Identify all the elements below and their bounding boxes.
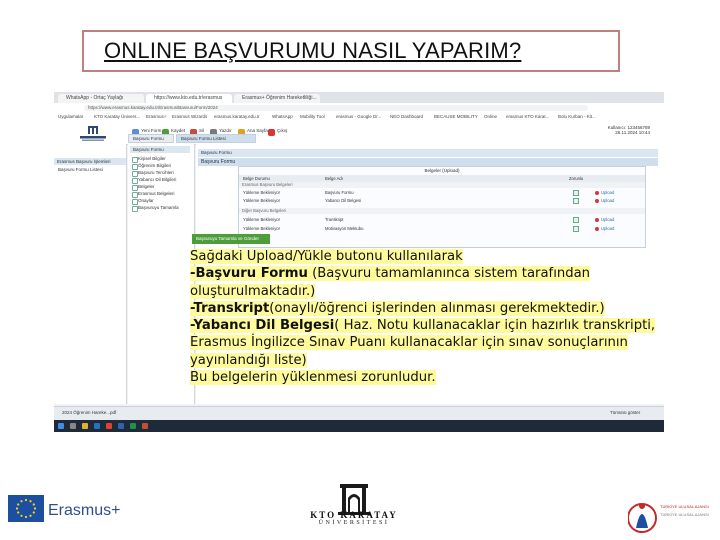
table-group-header: Erasmus Başvuru Belgeleri: [239, 182, 645, 188]
column-header: Belge Adı: [325, 176, 343, 181]
chrome-icon[interactable]: [106, 423, 112, 429]
word-icon[interactable]: [118, 423, 124, 429]
kto-logo-name: KTO KARATAY: [310, 510, 398, 520]
section-item[interactable]: Öğrenim Bilgileri: [132, 163, 171, 170]
section-item[interactable]: Belgeler: [132, 184, 155, 191]
powerpoint-icon[interactable]: [142, 423, 148, 429]
windows-taskbar: [54, 420, 664, 432]
tab-basvuru-listesi[interactable]: Başvuru Formu Listesi: [176, 134, 256, 143]
left-nav-panel: Erasmus Başvuru İşlemleri Başvuru Formu …: [54, 144, 127, 404]
bookmark[interactable]: erasmus KTO Karat...: [506, 114, 549, 119]
submit-application-button[interactable]: Başvuruyu Tamamla ve Gönder: [192, 234, 270, 244]
bookmark[interactable]: Online: [484, 114, 497, 119]
instruction-callout: Sağdaki Upload/Yükle butonu kullanılarak…: [190, 249, 656, 386]
section-item[interactable]: Yabancı Dil Bilgileri: [132, 177, 176, 184]
university-logo: [80, 126, 106, 141]
bookmark[interactable]: WhatsApp: [272, 114, 293, 119]
upload-button[interactable]: Upload: [595, 190, 614, 195]
browser-tab[interactable]: https://www.kto.edu.tr/erasmus: [146, 94, 232, 103]
agency-name-line1: TÜRKİYE ULUSAL AJANSI: [660, 504, 709, 509]
bookmark[interactable]: BECAUSE MOBILITY: [434, 114, 478, 119]
user-info: Kullanıcı: 123456789 26.11.2024 10:44: [607, 125, 650, 135]
tab-basvuru-formu[interactable]: Başvuru Formu: [128, 134, 174, 143]
bookmark[interactable]: Erasmus Wizards: [172, 114, 207, 119]
browser-tab[interactable]: WhatsApp - Ortaç Yaylağı: [58, 94, 144, 103]
page-title: ONLINE BAŞVURUMU NASIL YAPARIM?: [104, 38, 522, 63]
required-checkbox: [573, 226, 579, 232]
windows-start-icon[interactable]: [58, 423, 64, 429]
upload-button[interactable]: Upload: [595, 226, 614, 231]
form-tabs: Başvuru Formu Başvuru Formu Listesi: [128, 134, 328, 143]
upload-button[interactable]: Upload: [595, 198, 614, 203]
url-field[interactable]: https://www.erasmus.karatay.edu.tr/Erasm…: [84, 105, 588, 111]
bookmark[interactable]: NEO Dashboard: [390, 114, 423, 119]
section-item[interactable]: Başvuruyu Tamamla: [132, 205, 179, 212]
section-item[interactable]: Kişisel Bilgiler: [132, 156, 166, 163]
section-panel-header: Başvuru Formu: [130, 146, 190, 153]
form-title: Başvuru Formu: [198, 158, 658, 166]
section-item[interactable]: Erasmus Belgeleri: [132, 191, 175, 198]
erasmus-logo-text: Erasmus+: [48, 502, 121, 519]
bookmark[interactable]: Uygulamalar: [58, 114, 83, 119]
form-header: Başvuru Formu: [198, 149, 658, 157]
browser-tabbar: WhatsApp - Ortaç Yaylağı https://www.kto…: [54, 92, 664, 103]
required-checkbox: [573, 217, 579, 223]
show-all-link[interactable]: Tümünü göster: [610, 410, 640, 415]
nav-item-form-list[interactable]: Başvuru Formu Listesi: [58, 167, 103, 172]
required-checkbox: [573, 198, 579, 204]
edge-icon[interactable]: [94, 423, 100, 429]
folder-icon[interactable]: [82, 423, 88, 429]
agency-name-line2: TÜRKİYE ULUSAL AJANSI: [660, 512, 709, 517]
required-checkbox: [573, 190, 579, 196]
search-icon[interactable]: [70, 423, 76, 429]
column-header: Zorunlu: [569, 176, 584, 181]
table-group-header: Diğer Başvuru Belgeleri: [239, 208, 645, 214]
browser-tab[interactable]: Erasmus+ Öğrenim Hareketliliği...: [234, 94, 320, 103]
bookmark[interactable]: KTO Karatay Ünivers...: [94, 114, 140, 119]
bookmark[interactable]: Mobility Tool: [300, 114, 325, 119]
kto-logo-subtitle: ÜNİVERSİTESİ: [318, 520, 390, 526]
bookmark[interactable]: erasmus.karatay.edu.tr: [214, 114, 260, 119]
bookmark[interactable]: erasmus - Google Dr...: [336, 114, 381, 119]
bookmark[interactable]: Erasmus+: [146, 114, 166, 119]
excel-icon[interactable]: [130, 423, 136, 429]
column-header: Belge Durumu: [243, 176, 270, 181]
table-header: Belge Durumu Belge Adı Zorunlu: [239, 175, 645, 182]
section-item[interactable]: Onaylar: [132, 198, 154, 205]
download-bar: 2024 Öğrenim Hareke...pdf Tümünü göster: [54, 406, 664, 421]
table-caption: Belgeler (Upload): [424, 168, 460, 173]
nav-group-header[interactable]: Erasmus Başvuru İşlemleri: [54, 158, 126, 165]
form-sections-panel: Başvuru Formu Kişisel Bilgiler Öğrenim B…: [128, 144, 195, 404]
bookmark[interactable]: Bolu Kurban - Kit...: [558, 114, 596, 119]
eu-flag-icon: [8, 495, 44, 522]
upload-button[interactable]: Upload: [595, 217, 614, 222]
documents-table: Belgeler (Upload) Belge Durumu Belge Adı…: [238, 166, 646, 248]
section-item[interactable]: Başvuru Tercihleri: [132, 170, 174, 177]
download-item[interactable]: 2024 Öğrenim Hareke...pdf: [62, 410, 116, 415]
